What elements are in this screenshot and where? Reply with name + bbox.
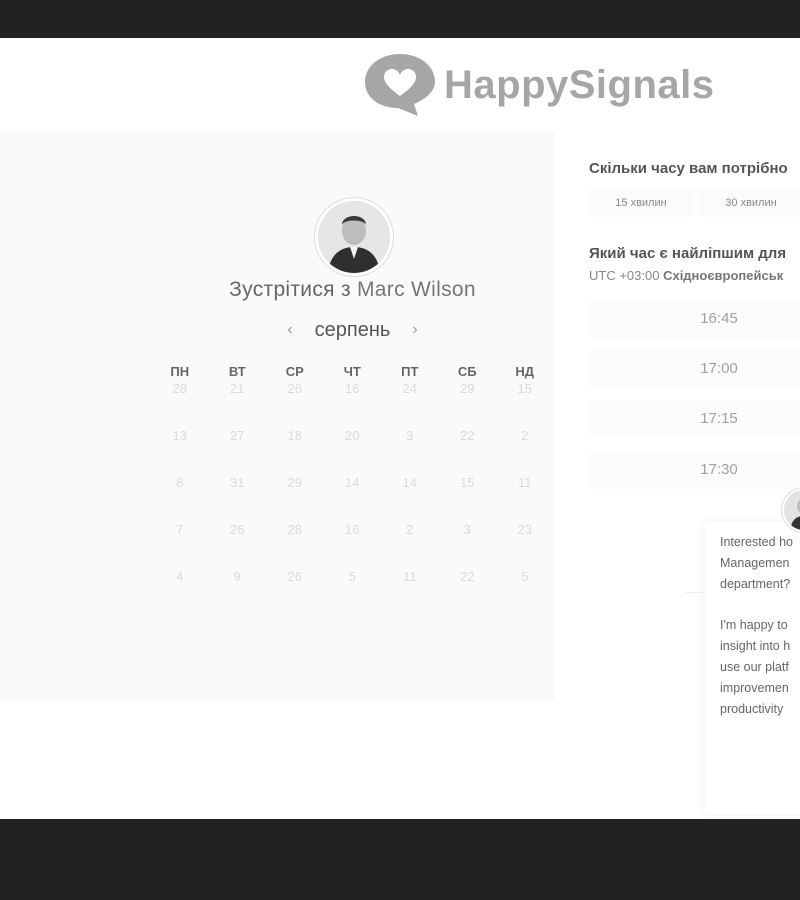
calendar-day: 24 — [402, 381, 417, 396]
duration-question: Скільки часу вам потрібно — [589, 160, 788, 177]
top-frame-bar — [0, 0, 800, 38]
time-slot[interactable]: 16:45 — [589, 300, 800, 338]
weekday-label: НД — [515, 364, 535, 379]
duration-options: 15 хвилин 30 хвилин — [589, 189, 800, 217]
calendar-week: 4 9 26 5 11 22 5 — [151, 570, 555, 617]
chat-message-1: Interested ho Managemen department? — [705, 522, 800, 595]
chat-message-2: I'm happy to insight into h use our plat… — [705, 595, 800, 720]
calendar-day: 27 — [230, 428, 245, 443]
calendar-day: 8 — [176, 475, 184, 490]
brand-name: HappySignals — [444, 63, 715, 107]
booking-panel: Скільки часу вам потрібно 15 хвилин 30 х… — [555, 132, 800, 819]
chat-line: use our platf — [720, 660, 789, 674]
bottom-frame-bar — [0, 819, 800, 900]
calendar-day: 23 — [517, 522, 532, 537]
calendar-week: 7 26 28 16 2 3 23 — [151, 523, 555, 570]
calendar-day: 26 — [230, 522, 245, 537]
chat-line: I'm happy to — [720, 618, 788, 632]
time-slot-label: 17:15 — [700, 410, 738, 427]
chat-line: productivity — [720, 702, 784, 716]
month-navigation: ‹ серпень › — [280, 316, 425, 344]
chat-line: insight into h — [720, 639, 791, 653]
calendar-day: 11 — [403, 569, 417, 584]
weekday-label: ЧТ — [343, 364, 361, 379]
time-slot[interactable]: 17:15 — [589, 400, 800, 438]
weekday-label: ВТ — [228, 364, 246, 379]
weekday-header: ПН ВТ СР ЧТ ПТ СБ НД — [151, 364, 555, 379]
heart-chat-icon — [362, 52, 438, 118]
chevron-right-icon[interactable]: › — [405, 321, 425, 339]
calendar-day: 18 — [287, 428, 302, 443]
duration-option-30[interactable]: 30 хвилин — [699, 189, 800, 217]
calendar-day: 7 — [176, 522, 184, 537]
meeting-title-prefix: Зустрітися з — [229, 278, 351, 301]
time-slot-label: 17:00 — [700, 360, 738, 377]
weekday-label: СР — [285, 364, 304, 379]
calendar-day: 3 — [406, 428, 414, 443]
calendar-day: 28 — [287, 522, 302, 537]
chat-line: department? — [720, 577, 791, 591]
chat-bubble[interactable]: Interested ho Managemen department? I'm … — [705, 522, 800, 814]
brand-logo: HappySignals — [362, 52, 715, 118]
chevron-left-icon[interactable]: ‹ — [280, 321, 300, 339]
time-slot[interactable]: 17:00 — [589, 350, 800, 388]
meetings-page: HappySignals Зустрітися з Marc Wilson ‹ … — [0, 38, 800, 819]
host-avatar — [315, 198, 393, 276]
calendar-day: 13 — [172, 428, 187, 443]
timezone-label[interactable]: UTC +03:00 Східноєвропейськ — [589, 268, 783, 283]
calendar-day: 2 — [406, 522, 414, 537]
month-label: серпень — [314, 318, 391, 341]
time-slot[interactable]: 17:30 — [589, 451, 800, 489]
calendar-day: 29 — [287, 475, 302, 490]
time-slot-label: 17:30 — [700, 461, 738, 478]
calendar-day: 15 — [460, 475, 475, 490]
calendar-day: 26 — [287, 381, 302, 396]
calendar-day: 21 — [230, 381, 245, 396]
calendar-day: 16 — [345, 381, 360, 396]
duration-option-15[interactable]: 15 хвилин — [589, 189, 693, 217]
calendar-day: 11 — [518, 475, 532, 490]
calendar-day: 5 — [348, 569, 356, 584]
calendar-day: 31 — [230, 475, 245, 490]
calendar-day: 5 — [521, 569, 529, 584]
calendar-day: 2 — [521, 428, 529, 443]
calendar-week: 28 21 26 16 24 29 15 — [151, 382, 555, 429]
calendar-day: 4 — [176, 569, 184, 584]
calendar-day: 16 — [345, 522, 360, 537]
calendar-day: 20 — [345, 428, 360, 443]
divider — [685, 592, 703, 593]
host-name: Marc Wilson — [357, 278, 476, 301]
calendar-day: 22 — [460, 428, 475, 443]
timezone-offset: UTC +03:00 — [589, 268, 660, 283]
time-slot-label: 16:45 — [700, 310, 738, 327]
weekday-label: ПН — [170, 364, 190, 379]
calendar-panel: Зустрітися з Marc Wilson ‹ серпень › ПН … — [0, 132, 555, 700]
calendar-day: 3 — [463, 522, 471, 537]
calendar-day: 9 — [233, 569, 241, 584]
chat-line: Managemen — [720, 556, 790, 570]
chat-line: improvemen — [720, 681, 789, 695]
calendar-day: 28 — [172, 381, 187, 396]
calendar-week: 13 27 18 20 3 22 2 — [151, 429, 555, 476]
calendar-grid: 28 21 26 16 24 29 15 13 27 18 20 3 22 2 … — [151, 382, 555, 617]
calendar-day: 14 — [345, 475, 360, 490]
weekday-label: СБ — [457, 364, 477, 379]
calendar-week: 8 31 29 14 14 15 11 — [151, 476, 555, 523]
calendar-day: 29 — [460, 381, 475, 396]
calendar-day: 14 — [402, 475, 417, 490]
time-question: Який час є найліпшим для — [589, 245, 787, 262]
weekday-label: ПТ — [401, 364, 419, 379]
calendar-day: 26 — [287, 569, 302, 584]
timezone-name: Східноєвропейськ — [663, 268, 784, 283]
calendar-day: 22 — [460, 569, 475, 584]
calendar-day: 15 — [517, 381, 532, 396]
chat-line: Interested ho — [720, 535, 793, 549]
